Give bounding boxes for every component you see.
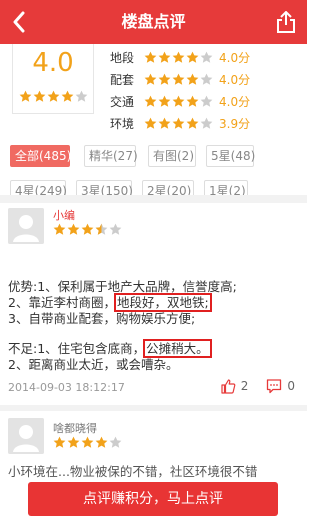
rating-label: 交通 [110, 94, 135, 109]
rating-value: 3.9分 [219, 116, 251, 131]
star-filled-icon [144, 51, 157, 64]
star-filled-icon [144, 117, 157, 130]
star-filled-icon [67, 436, 80, 449]
star-empty-icon [75, 90, 88, 103]
section-divider [0, 405, 307, 411]
comment-icon [267, 379, 282, 394]
avatar [8, 418, 44, 454]
review-content: 优势:1、保利属于地产大品牌，信誉度高; 2、靠近李村商圈，地段好，双地铁; 3… [8, 279, 300, 373]
overall-score-box: 4.0 [12, 44, 94, 114]
category-ratings: 地段 4.0分 配套 4.0分 交通 4.0分 环境 3.9分 [110, 46, 300, 134]
rating-row-location: 地段 4.0分 [110, 46, 300, 68]
rating-row-facilities: 配套 4.0分 [110, 68, 300, 90]
star-filled-icon [19, 90, 32, 103]
star-filled-icon [67, 223, 80, 236]
filter-with-photos[interactable]: 有图(2) [148, 145, 196, 167]
star-filled-icon [186, 117, 199, 130]
rating-summary: 4.0 地段 4.0分 配套 4.0分 交通 4.0分 环境 3.9分 [0, 44, 307, 134]
top-navigation-bar: 楼盘点评 [0, 0, 307, 44]
filter-featured[interactable]: 精华(27) [84, 145, 138, 167]
star-filled-icon [172, 117, 185, 130]
star-filled-icon [47, 90, 60, 103]
star-filled-icon [186, 73, 199, 86]
review-star-rating [53, 223, 122, 236]
star-filled-icon [186, 95, 199, 108]
rating-value: 4.0分 [219, 94, 251, 109]
like-count: 2 [240, 379, 249, 393]
star-rating [144, 117, 213, 130]
rating-value: 4.0分 [219, 72, 251, 87]
star-filled-icon [172, 95, 185, 108]
rating-row-environment: 环境 3.9分 [110, 112, 300, 134]
review-text: 2、靠近李村商圈， [8, 295, 116, 310]
star-empty-icon [200, 73, 213, 86]
section-divider [0, 195, 307, 203]
star-filled-icon [158, 73, 171, 86]
rating-label: 配套 [110, 72, 135, 87]
star-filled-icon [33, 90, 46, 103]
review-timestamp: 2014-09-03 18:12:17 [8, 381, 125, 394]
reviewer-name: 小编 [53, 209, 75, 222]
star-rating [144, 51, 213, 64]
review-content: 小环境在...物业被保的不错，社区环境很不错 [8, 464, 300, 480]
star-rating [144, 73, 213, 86]
star-half-icon [95, 223, 108, 236]
star-filled-icon [144, 73, 157, 86]
highlighted-text: 地段好，双地铁; [113, 293, 212, 312]
rating-row-transport: 交通 4.0分 [110, 90, 300, 112]
reviewer-name: 啥都晓得 [53, 422, 97, 435]
star-filled-icon [144, 95, 157, 108]
star-filled-icon [95, 436, 108, 449]
filter-5-star[interactable]: 5星(48) [206, 145, 255, 167]
review-line: 小环境在...物业被保的不错，社区环境很不错 [8, 464, 258, 479]
review-star-rating [53, 436, 122, 449]
share-button[interactable] [271, 6, 301, 38]
comment-button[interactable] [266, 378, 282, 394]
avatar [8, 208, 44, 244]
review-line: 3、自带商业配套，购物娱乐方便; [8, 311, 196, 326]
star-empty-icon [200, 117, 213, 130]
star-filled-icon [81, 223, 94, 236]
share-icon [277, 11, 295, 33]
user-avatar-icon [8, 418, 44, 454]
highlighted-text: 公摊稍大。 [143, 339, 212, 358]
star-rating [144, 95, 213, 108]
rating-label: 地段 [110, 50, 135, 65]
star-filled-icon [61, 90, 74, 103]
star-empty-icon [200, 95, 213, 108]
star-filled-icon [172, 51, 185, 64]
star-filled-icon [158, 95, 171, 108]
rating-value: 4.0分 [219, 50, 251, 65]
star-empty-icon [200, 51, 213, 64]
review-line: 不足:1、住宅包含底商，公摊稍大。 [8, 339, 300, 358]
star-empty-icon [109, 436, 122, 449]
star-filled-icon [186, 51, 199, 64]
filter-all[interactable]: 全部(485) [10, 145, 71, 167]
star-filled-icon [53, 436, 66, 449]
review-text: 不足:1、住宅包含底商， [8, 341, 146, 356]
review-item: 小编 优势:1、保利属于地产大品牌，信誉度高; 2、靠近李村商圈，地段好，双地铁… [0, 203, 307, 403]
thumbs-up-icon [221, 379, 236, 394]
star-filled-icon [172, 73, 185, 86]
user-avatar-icon [8, 208, 44, 244]
star-filled-icon [158, 51, 171, 64]
review-line: 2、靠近李村商圈，地段好，双地铁; [8, 293, 300, 312]
star-filled-icon [81, 436, 94, 449]
review-line: 优势:1、保利属于地产大品牌，信誉度高; [8, 279, 237, 294]
write-review-button[interactable]: 点评赚积分，马上点评 [28, 482, 278, 516]
comment-count: 0 [287, 379, 295, 393]
review-line: 2、距离商业太近，或会嘈杂。 [8, 357, 179, 372]
page-title: 楼盘点评 [121, 12, 186, 31]
overall-star-rating [19, 90, 88, 103]
star-empty-icon [109, 223, 122, 236]
rating-label: 环境 [110, 116, 135, 131]
overall-score: 4.0 [32, 48, 74, 78]
star-filled-icon [53, 223, 66, 236]
star-filled-icon [158, 117, 171, 130]
review-actions: 2 0 [220, 378, 295, 394]
like-button[interactable] [220, 378, 236, 394]
